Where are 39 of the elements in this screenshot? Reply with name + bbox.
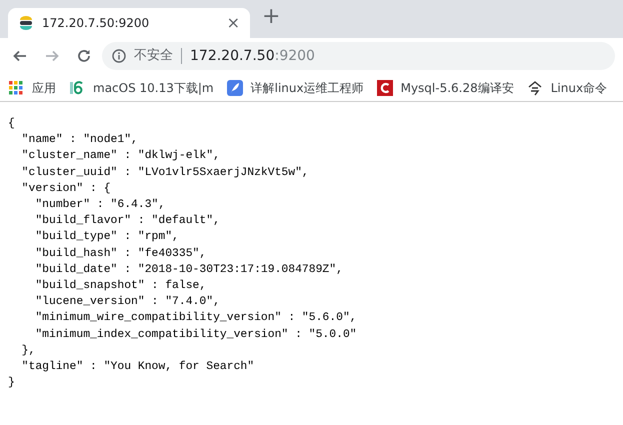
json-line: } (8, 376, 16, 392)
json-line: { (8, 116, 16, 132)
bookmark-item[interactable]: Linux命令 (526, 78, 608, 96)
json-line: "name" : "node1", (20, 132, 139, 148)
forward-arrow-icon (44, 48, 60, 64)
bookmark-item[interactable]: 详解linux运维工程师 (226, 78, 364, 96)
new-tab-button[interactable]: + (262, 6, 280, 28)
url-text: 172.20.7.50:9200 (190, 46, 315, 66)
site-icon (526, 80, 543, 96)
c-logo-icon (376, 80, 393, 96)
browser-tab[interactable]: 172.20.7.50:9200 × (8, 8, 250, 38)
json-line: "build_snapshot" : false, (34, 278, 208, 294)
back-arrow-icon (12, 48, 28, 64)
favicon-icon (18, 15, 34, 31)
address-bar[interactable]: 不安全 172.20.7.50:9200 (102, 42, 615, 70)
json-line: }, (20, 344, 36, 359)
json-line: "number" : "6.4.3", (34, 198, 166, 214)
site-icon (69, 80, 85, 96)
reload-icon (76, 48, 92, 64)
json-line: "cluster_uuid" : "LVo1vlr5SxaerjJNzkVt5w", (20, 166, 310, 181)
close-tab-button[interactable]: × (226, 15, 240, 31)
json-line: "build_flavor" : "default", (34, 214, 221, 230)
apps-grid-icon (8, 80, 24, 96)
json-line: "build_hash" : "fe40335", (34, 246, 208, 262)
not-secure-label: 不安全 (134, 47, 173, 66)
json-line: "build_type" : "rpm", (34, 230, 180, 246)
bookmark-item[interactable]: 应用 (8, 78, 56, 96)
bookmark-item[interactable]: macOS 10.13下载|m (69, 78, 214, 96)
json-line: "minimum_index_compatibility_version" : "5.0.0" (34, 328, 358, 343)
info-icon (112, 49, 126, 63)
tab-title: 172.20.7.50:9200 (42, 15, 150, 32)
feather-icon (226, 80, 243, 96)
json-line: "version" : { (20, 182, 112, 197)
json-line: "cluster_name" : "dklwj-elk", (20, 148, 221, 164)
bookmark-item[interactable]: Mysql-5.6.28编译安 (376, 78, 514, 96)
json-line: "minimum_wire_compatibility_version" : "5.6.0", (34, 310, 358, 326)
json-line: "build_date" : "2018-10-30T23:17:19.084789Z", (34, 262, 344, 278)
json-line: "tagline" : "You Know, for Search" (20, 360, 256, 376)
json-line: "lucene_version" : "7.4.0", (34, 294, 221, 310)
